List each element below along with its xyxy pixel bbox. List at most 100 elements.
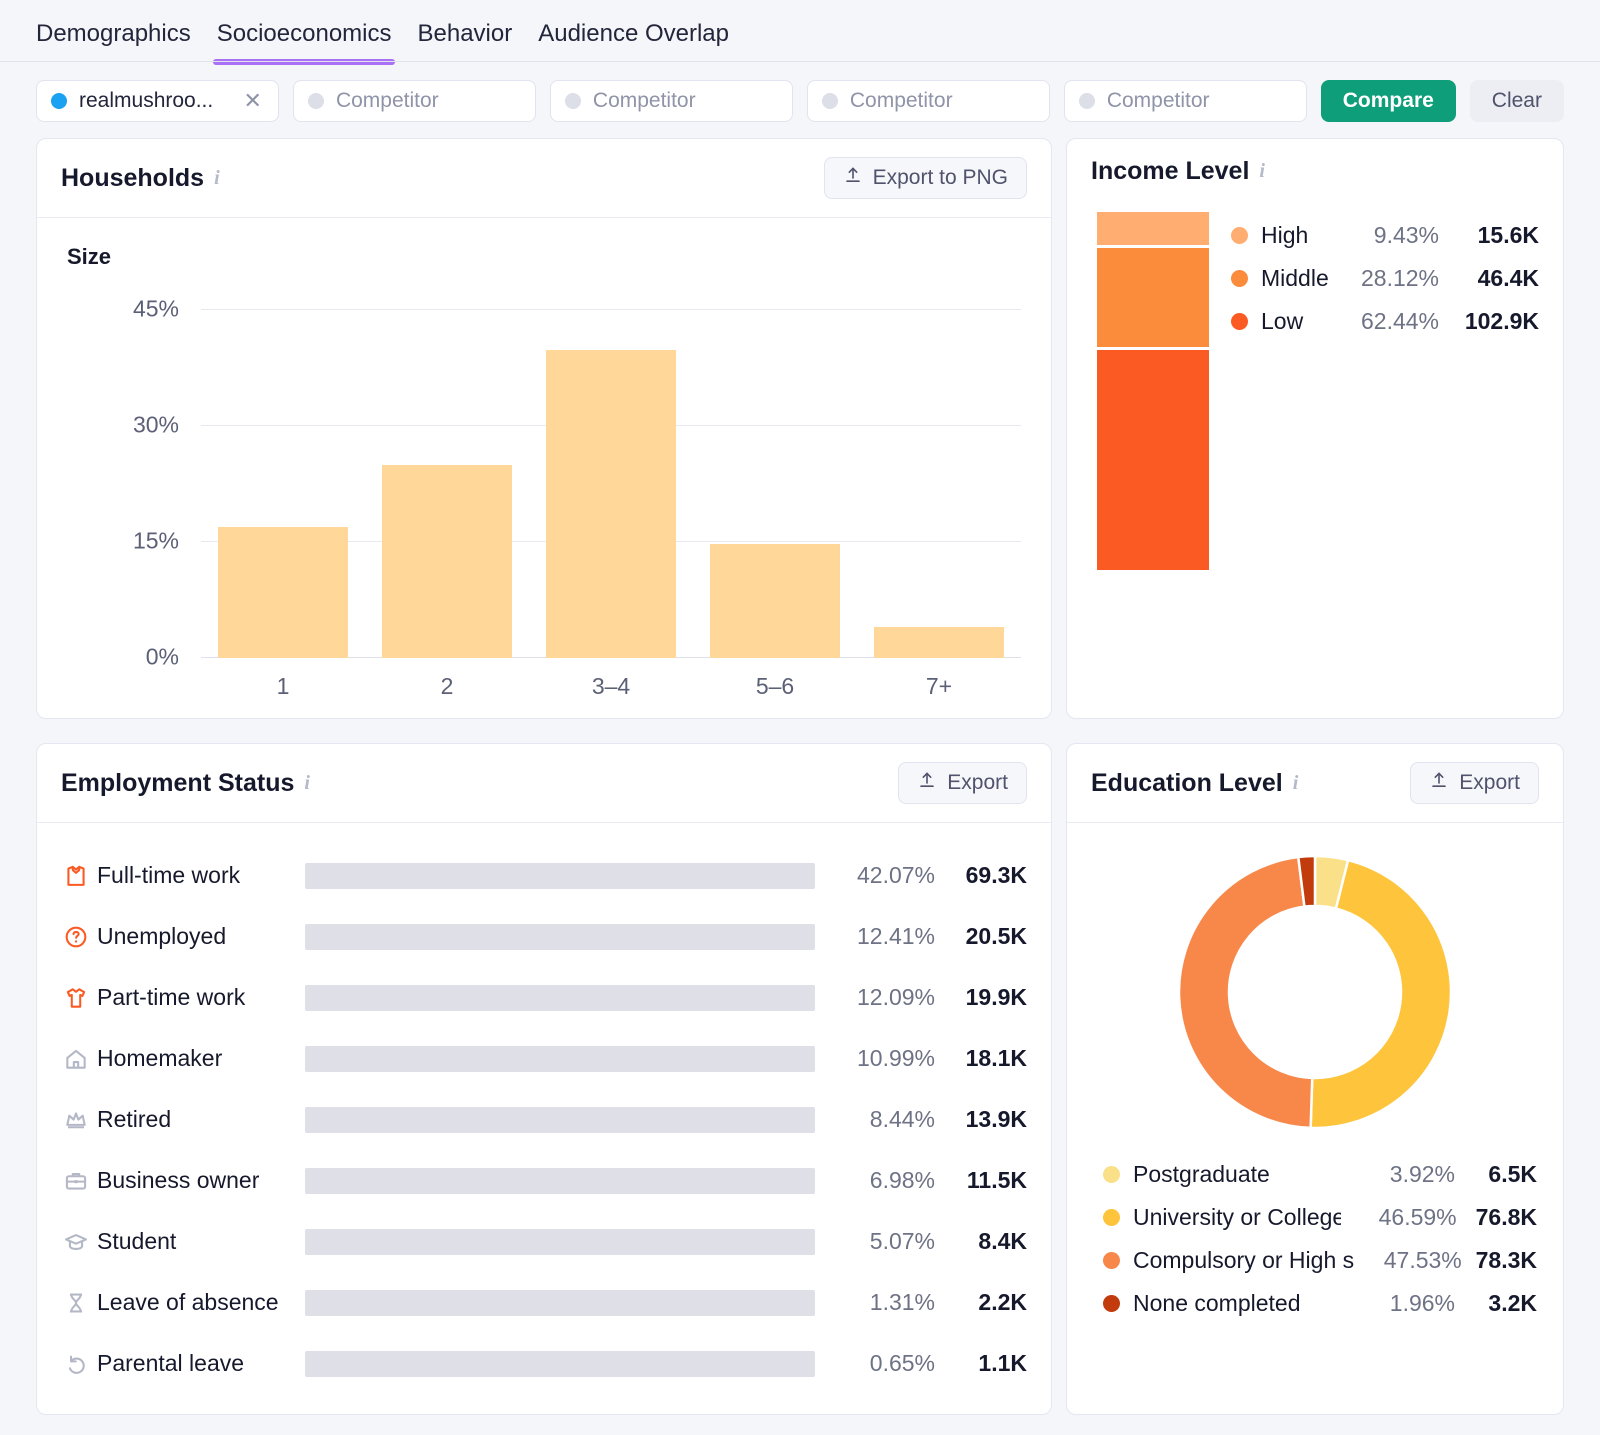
education-card-header: Education Level i Export [1067, 744, 1563, 823]
education-legend-row[interactable]: University or College 46.59% 76.8K [1103, 1196, 1537, 1239]
tab-demographics[interactable]: Demographics [36, 20, 191, 62]
bar-slot [201, 310, 365, 658]
competitor-input-2[interactable]: Competitor [549, 80, 793, 122]
income-stack-segment[interactable] [1097, 350, 1209, 570]
employment-percent: 42.07% [856, 862, 935, 888]
info-icon[interactable]: i [1293, 772, 1299, 795]
domain-pill[interactable]: realmushroo... ✕ [36, 80, 279, 122]
compare-button[interactable]: Compare [1320, 80, 1456, 122]
employment-bar-track[interactable] [305, 923, 815, 950]
employment-count: 69.3K [965, 862, 1027, 888]
bar-slot [529, 310, 693, 658]
income-legend-row[interactable]: Low 62.44% 102.9K [1231, 300, 1539, 343]
employment-bar-track[interactable] [305, 1350, 815, 1377]
competitor-placeholder-4: Competitor [1106, 89, 1210, 112]
x-axis-labels: 1 2 3–4 5–6 7+ [201, 673, 1021, 700]
tab-bar: Demographics Socioeconomics Behavior Aud… [0, 0, 1600, 65]
compare-bar: realmushroo... ✕ Competitor Competitor C… [0, 62, 1600, 138]
competitor-color-dot [821, 93, 838, 109]
competitor-color-dot [564, 93, 581, 109]
employment-row: Homemaker 10.99% 18.1K [63, 1028, 1027, 1089]
employment-label: Leave of absence [97, 1289, 279, 1315]
bar[interactable] [710, 543, 840, 658]
income-legend-row[interactable]: Middle 28.12% 46.4K [1231, 257, 1539, 300]
competitor-color-dot [1078, 93, 1095, 109]
employment-label: Homemaker [97, 1045, 223, 1071]
education-legend-row[interactable]: Postgraduate 3.92% 6.5K [1103, 1153, 1537, 1196]
info-icon[interactable]: i [1259, 160, 1265, 183]
tab-audience-overlap[interactable]: Audience Overlap [538, 20, 729, 62]
employment-bar-track[interactable] [305, 1167, 815, 1194]
education-legend-count: 3.2K [1488, 1290, 1537, 1316]
export-to-png-button[interactable]: Export to PNG [823, 157, 1027, 199]
employment-export-button[interactable]: Export [898, 762, 1027, 804]
bar[interactable] [546, 350, 676, 658]
bar-group [201, 310, 1021, 658]
employment-row: Full-time work 42.07% 69.3K [63, 845, 1027, 906]
tab-socioeconomics[interactable]: Socioeconomics [212, 20, 396, 65]
upload-icon [843, 165, 863, 191]
close-icon[interactable]: ✕ [242, 90, 264, 112]
employment-row: Unemployed 12.41% 20.5K [63, 906, 1027, 967]
employment-bar-track[interactable] [305, 984, 815, 1011]
employment-count: 2.2K [978, 1289, 1027, 1315]
employment-count: 20.5K [965, 923, 1027, 949]
graduation-cap-icon [63, 1229, 97, 1255]
bar[interactable] [874, 627, 1004, 658]
legend-color-dot [1103, 1252, 1120, 1269]
income-legend-label: Low [1261, 308, 1304, 334]
competitor-input-3[interactable]: Competitor [806, 80, 1050, 122]
x-axis-tick-label: 1 [276, 673, 290, 699]
competitor-input-1[interactable]: Competitor [292, 80, 536, 122]
legend-color-dot [1231, 227, 1248, 244]
tab-behavior[interactable]: Behavior [417, 20, 512, 62]
employment-percent: 12.41% [856, 923, 935, 949]
education-export-button[interactable]: Export [1410, 762, 1539, 804]
income-legend-label: High [1261, 222, 1309, 248]
income-stack-segment[interactable] [1097, 248, 1209, 348]
employment-bar-track[interactable] [305, 1045, 815, 1072]
x-axis-tick-label: 5–6 [755, 673, 795, 699]
employment-label: Business owner [97, 1167, 260, 1193]
legend-color-dot [1231, 313, 1248, 330]
income-stacked-bar [1097, 212, 1209, 570]
employment-bar-track[interactable] [305, 1228, 815, 1255]
employment-label: Full-time work [97, 862, 241, 888]
employment-row: Part-time work 12.09% 19.9K [63, 967, 1027, 1028]
hourglass-icon [63, 1290, 97, 1316]
employment-bar-track[interactable] [305, 862, 815, 889]
income-legend-label: Middle [1261, 265, 1329, 291]
employment-percent: 0.65% [869, 1350, 935, 1376]
employment-title: Employment Status [61, 768, 295, 797]
export-to-png-label: Export to PNG [872, 166, 1008, 189]
education-legend-label: Compulsory or High s... [1133, 1247, 1354, 1273]
info-icon[interactable]: i [214, 167, 220, 190]
income-legend-row[interactable]: High 9.43% 15.6K [1231, 214, 1539, 257]
house-icon [63, 1046, 97, 1072]
income-stack-segment[interactable] [1097, 212, 1209, 246]
employment-label: Parental leave [97, 1350, 245, 1376]
education-legend-row[interactable]: None completed 1.96% 3.2K [1103, 1282, 1537, 1325]
education-legend: Postgraduate 3.92% 6.5K University or Colle… [1091, 1147, 1539, 1325]
employment-bar-track[interactable] [305, 1289, 815, 1316]
employment-label: Part-time work [97, 984, 246, 1010]
clear-button[interactable]: Clear [1469, 80, 1564, 122]
education-legend-label: University or College [1133, 1204, 1341, 1230]
size-subtitle: Size [67, 244, 112, 269]
legend-color-dot [1103, 1166, 1120, 1183]
competitor-input-4[interactable]: Competitor [1063, 80, 1307, 122]
page-title: Households [61, 163, 205, 192]
households-title-group: Households i [61, 164, 220, 193]
info-icon[interactable]: i [304, 772, 310, 795]
employment-percent: 1.31% [869, 1289, 935, 1315]
donut-segment[interactable] [1177, 855, 1314, 1130]
household-size-chart: 0% 15% 30% 45% 1 2 3–4 5–6 7+ [53, 288, 1035, 718]
bar-slot [857, 310, 1021, 658]
employment-bar-track[interactable] [305, 1106, 815, 1133]
bar[interactable] [218, 526, 348, 658]
education-body: Postgraduate 3.92% 6.5K University or Colle… [1067, 823, 1563, 1345]
education-legend-percent: 1.96% [1389, 1290, 1455, 1316]
education-legend-row[interactable]: Compulsory or High s... 47.53% 78.3K [1103, 1239, 1537, 1282]
bar[interactable] [382, 464, 512, 658]
y-axis-tick-label: 45% [132, 295, 179, 322]
